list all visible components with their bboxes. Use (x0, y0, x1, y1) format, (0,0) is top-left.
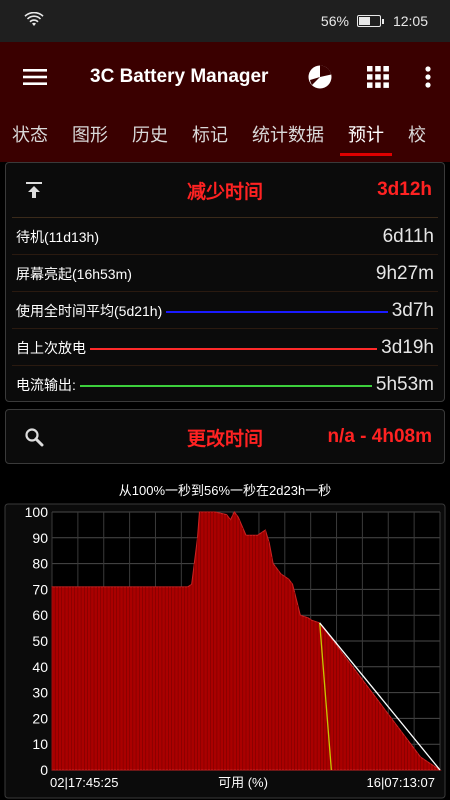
estimate-row: 电流输出: 5h53m (6, 366, 444, 403)
row-value: 3d19h (377, 336, 434, 359)
y-tick-label: 90 (32, 530, 48, 546)
y-tick-label: 70 (32, 581, 48, 597)
x-start-label: 02|17:45:25 (50, 775, 118, 790)
y-tick-label: 20 (32, 710, 48, 726)
y-tick-label: 0 (40, 762, 48, 778)
app-bar: 3C Battery Manager (0, 42, 450, 112)
tab-status[interactable]: 状态 (0, 112, 60, 162)
menu-icon[interactable] (0, 42, 70, 112)
y-tick-label: 100 (25, 504, 49, 520)
y-tick-label: 10 (32, 736, 48, 752)
tab-bar: 状态 图形 历史 标记 统计数据 预计 校 (0, 112, 450, 162)
estimate-row: 屏幕亮起(16h53m) 9h27m (6, 255, 444, 292)
y-tick-label: 30 (32, 685, 48, 701)
grid-apps-icon[interactable] (358, 57, 398, 97)
tab-graph[interactable]: 图形 (60, 112, 120, 162)
y-tick-label: 40 (32, 659, 48, 675)
row-value: 5h53m (371, 373, 434, 396)
battery-percent: 56% (320, 13, 349, 29)
y-tick-label: 60 (32, 607, 48, 623)
decrease-time-value: 3d12h (377, 179, 432, 200)
change-time-header[interactable]: 更改时间 n/a - 4h08m (6, 410, 444, 464)
row-label: 屏幕亮起(16h53m) (16, 263, 136, 284)
change-time-value: n/a - 4h08m (327, 426, 432, 447)
row-value: 6d11h (378, 225, 434, 248)
clock: 12:05 (392, 13, 428, 29)
tab-statistics[interactable]: 统计数据 (240, 112, 336, 162)
decrease-time-card: 减少时间 3d12h 待机(11d13h) 6d11h 屏幕亮起(16h53m)… (5, 162, 445, 402)
estimate-row: 自上次放电 3d19h (6, 329, 444, 366)
x-axis-label: 可用 (%) (218, 775, 268, 790)
row-value: 3d7h (387, 299, 434, 322)
status-bar: 56% 12:05 (0, 0, 450, 42)
estimate-row: 待机(11d13h) 6d11h (6, 218, 444, 255)
row-label: 电流输出: (16, 374, 80, 395)
row-label: 使用全时间平均(5d21h) (16, 300, 167, 321)
estimate-row: 使用全时间平均(5d21h) 3d7h (6, 292, 444, 329)
wifi-icon (24, 11, 44, 31)
tab-history[interactable]: 历史 (120, 112, 180, 162)
pie-chart-icon[interactable] (300, 57, 340, 97)
estimate-chart[interactable]: 100 90 80 70 60 50 40 30 20 10 0 02|17:45:25 16|07:1… (0, 502, 450, 800)
overflow-menu-icon[interactable] (416, 57, 440, 97)
y-tick-label: 50 (32, 633, 48, 649)
decrease-time-header[interactable]: 减少时间 3d12h (6, 163, 444, 217)
tab-markers[interactable]: 标记 (180, 112, 240, 162)
chart-svg: 100908070605040302010002|17:45:25 16|07:1… (4, 503, 446, 799)
chart-title: 从100%一秒到56%一秒在2d23h一秒 (118, 483, 332, 498)
tab-calibrate[interactable]: 校 (396, 112, 438, 162)
x-end-label: 16|07:13:07 (367, 775, 435, 790)
battery-icon (356, 15, 384, 27)
row-label: 待机(11d13h) (16, 226, 104, 247)
row-label: 自上次放电 (16, 337, 90, 358)
tab-estimate[interactable]: 预计 (336, 112, 396, 162)
row-value: 9h27m (371, 262, 434, 285)
y-tick-label: 80 (32, 556, 48, 572)
change-time-card[interactable]: 更改时间 n/a - 4h08m (5, 409, 445, 464)
app-title: 3C Battery Manager (90, 66, 269, 87)
